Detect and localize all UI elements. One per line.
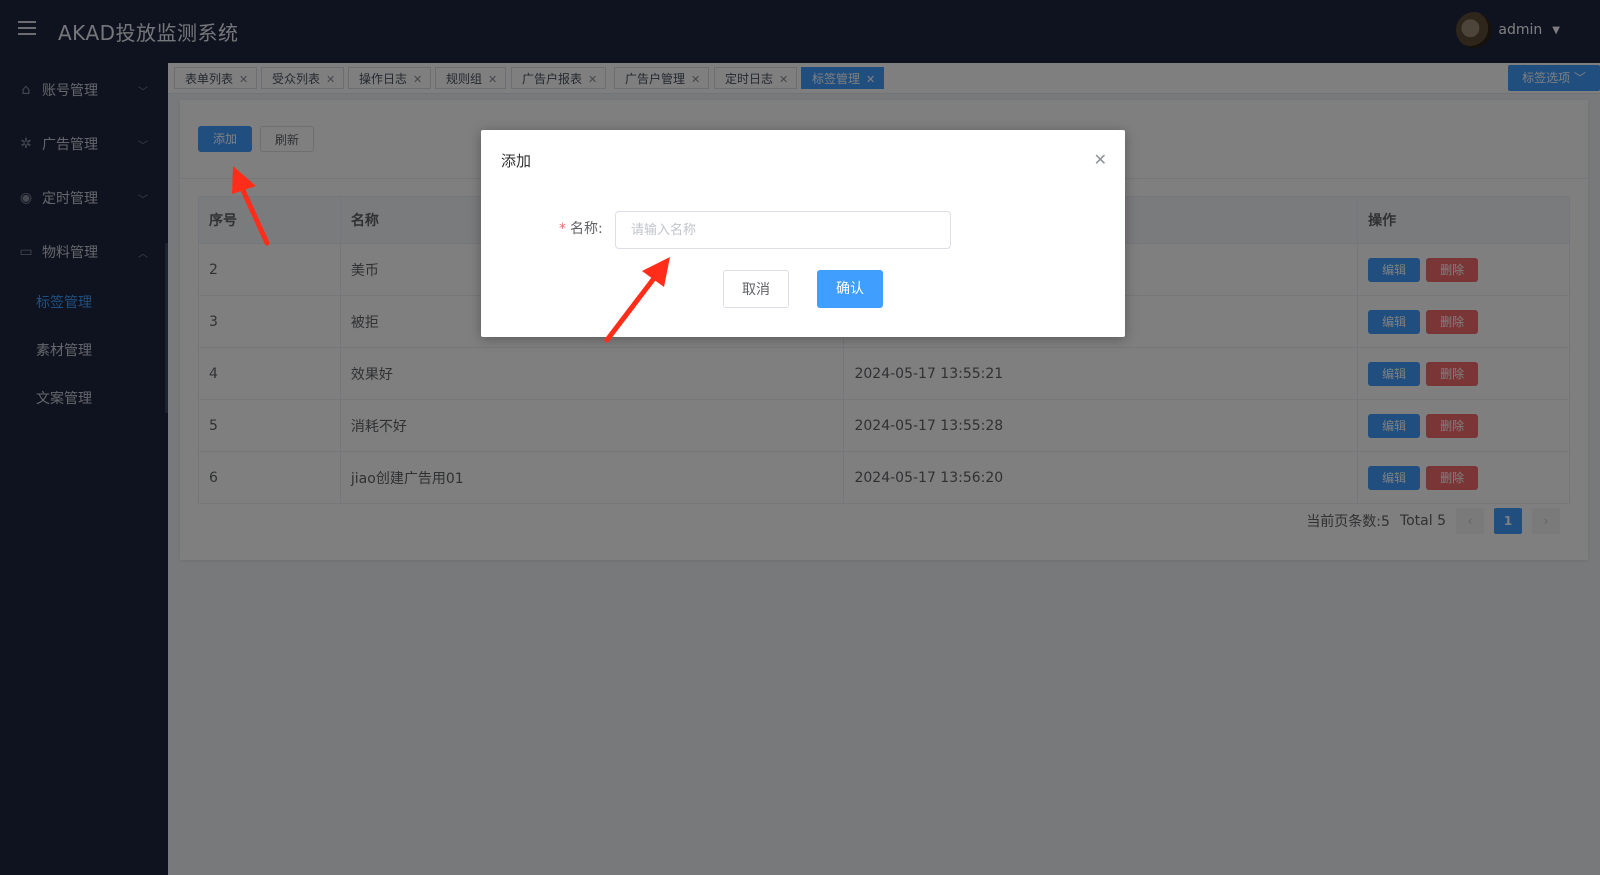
name-label-text: 名称: — [570, 221, 603, 237]
name-field-label: * 名称: — [559, 218, 603, 238]
confirm-button[interactable]: 确认 — [817, 270, 883, 308]
dialog-title: 添加 — [501, 152, 532, 170]
required-mark: * — [559, 221, 566, 237]
close-icon[interactable]: ✕ — [1094, 150, 1107, 169]
name-input[interactable] — [615, 211, 951, 249]
add-tag-dialog: 添加 ✕ *名称: 取消 确认 — [481, 130, 1125, 337]
cancel-button[interactable]: 取消 — [723, 270, 789, 308]
